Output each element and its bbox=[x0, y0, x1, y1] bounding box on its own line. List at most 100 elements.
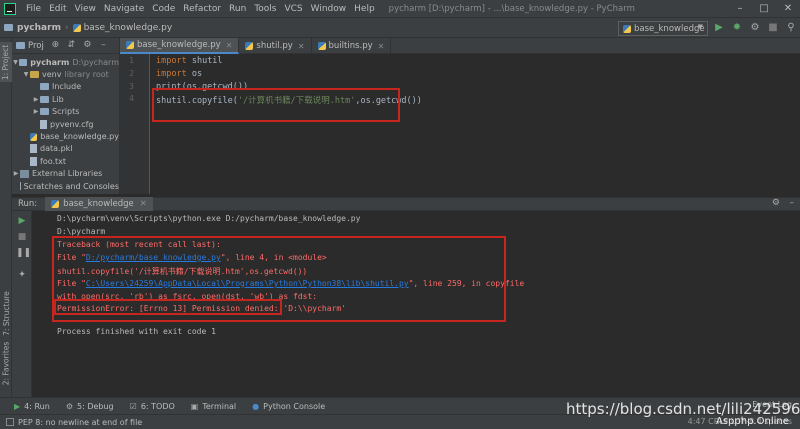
folder-icon bbox=[40, 108, 49, 116]
tree-item-label: foo.txt bbox=[40, 156, 67, 166]
favorites-tool-tab[interactable]: 2: Favorites bbox=[0, 338, 12, 388]
tab-builtins[interactable]: builtins.py ✕ bbox=[312, 38, 392, 54]
tree-item-label: base_knowledge.py bbox=[40, 132, 119, 142]
minimize-window-icon[interactable]: – bbox=[728, 0, 752, 18]
menu-tools[interactable]: Tools bbox=[250, 4, 280, 14]
pin-icon[interactable]: ✦ bbox=[16, 269, 28, 281]
search-icon[interactable]: ⚲ bbox=[784, 21, 798, 35]
coverage-button[interactable]: ⚙ bbox=[748, 21, 762, 35]
terminal-tool-button[interactable]: ▣ Terminal bbox=[191, 402, 236, 411]
stop-icon[interactable]: ■ bbox=[16, 231, 28, 243]
tree-item-label: Scratches and Consoles bbox=[23, 181, 119, 191]
tree-item-foo-txt[interactable]: foo.txt bbox=[12, 155, 119, 167]
tree-item-data-pkl[interactable]: data.pkl bbox=[12, 143, 119, 155]
python-file-icon bbox=[623, 24, 631, 33]
target-icon[interactable]: ⊕ bbox=[50, 40, 61, 51]
code-keyword: import bbox=[156, 69, 187, 79]
tree-item-base-knowledge[interactable]: base_knowledge.py bbox=[12, 130, 119, 142]
debug-button[interactable]: ✸ bbox=[730, 21, 744, 35]
tree-item-pycharm[interactable]: ▼ pycharm D:\pycharm bbox=[12, 56, 119, 68]
tree-item-scripts[interactable]: ▶ Scripts bbox=[12, 106, 119, 118]
tab-label: base_knowledge.py bbox=[137, 40, 221, 50]
tab-shutil[interactable]: shutil.py ✕ bbox=[239, 38, 312, 54]
watermark-site: Aspphp.Online bbox=[716, 416, 789, 427]
tree-item-lib[interactable]: ▶ Lib bbox=[12, 93, 119, 105]
python-file-icon bbox=[245, 42, 254, 50]
maximize-window-icon[interactable]: □ bbox=[752, 0, 776, 18]
menu-code[interactable]: Code bbox=[148, 4, 179, 14]
tree-item-pyvenv-cfg[interactable]: pyvenv.cfg bbox=[12, 118, 119, 130]
tree-item-scratches[interactable]: Scratches and Consoles bbox=[12, 180, 119, 192]
project-panel-header: Proj ⊕ ⇵ ⚙ – bbox=[12, 38, 119, 54]
close-icon[interactable]: ✕ bbox=[226, 41, 233, 50]
menu-help[interactable]: Help bbox=[350, 4, 379, 14]
status-toggle-icon[interactable] bbox=[6, 418, 14, 426]
pause-icon[interactable]: ❚❚ bbox=[16, 247, 31, 259]
close-icon[interactable]: ✕ bbox=[298, 42, 305, 51]
line-number: 1 bbox=[129, 56, 134, 65]
tree-item-label: data.pkl bbox=[40, 144, 73, 154]
tree-item-path: D:\pycharm bbox=[72, 57, 119, 67]
tree-item-label: Lib bbox=[52, 94, 64, 104]
menu-run[interactable]: Run bbox=[225, 4, 250, 14]
editor-tabs: base_knowledge.py ✕ shutil.py ✕ builtins… bbox=[120, 38, 800, 54]
breadcrumb-file[interactable]: base_knowledge.py bbox=[84, 23, 173, 33]
structure-tool-tab[interactable]: 7: Structure bbox=[0, 288, 12, 338]
run-configuration-select[interactable]: base_knowledge ▼ bbox=[618, 21, 708, 36]
close-icon[interactable]: ✕ bbox=[140, 199, 147, 209]
hide-icon[interactable]: – bbox=[790, 198, 795, 208]
code-editor[interactable]: 1 2 3 4 import shutil import os print(os… bbox=[120, 54, 800, 194]
menu-refactor[interactable]: Refactor bbox=[179, 4, 225, 14]
gear-icon[interactable]: ⚙ bbox=[82, 40, 93, 51]
folder-icon bbox=[40, 95, 49, 103]
scratches-icon bbox=[20, 182, 21, 191]
code-line-1: import shutil bbox=[156, 56, 223, 66]
chevron-down-icon: ▼ bbox=[697, 23, 703, 31]
project-tool-tab[interactable]: 1: Project bbox=[0, 42, 12, 82]
folder-icon bbox=[16, 42, 25, 49]
run-tab[interactable]: base_knowledge ✕ bbox=[45, 197, 153, 211]
todo-tool-button[interactable]: ☑ 6: TODO bbox=[130, 402, 175, 411]
menu-file[interactable]: File bbox=[22, 4, 45, 14]
error-highlight-box bbox=[54, 299, 282, 315]
tool-label: 4: Run bbox=[24, 401, 50, 411]
folder-icon bbox=[19, 58, 28, 66]
tree-item-venv[interactable]: ▼ venv library root bbox=[12, 68, 119, 80]
console-command: D:\pycharm\venv\Scripts\python.exe D:/py… bbox=[57, 214, 361, 223]
menu-navigate[interactable]: Navigate bbox=[100, 4, 148, 14]
collapse-icon[interactable]: ⇵ bbox=[66, 40, 77, 51]
stop-button[interactable]: ■ bbox=[766, 21, 780, 35]
menu-edit[interactable]: Edit bbox=[45, 4, 70, 14]
python-console-icon: ● bbox=[252, 401, 260, 411]
run-button[interactable]: ▶ bbox=[712, 21, 726, 35]
python-console-tool-button[interactable]: ● Python Console bbox=[252, 402, 325, 411]
code-keyword: import bbox=[156, 56, 187, 66]
tool-label: Terminal bbox=[202, 401, 237, 411]
tree-item-label: pyvenv.cfg bbox=[50, 119, 94, 129]
debug-tool-button[interactable]: ⚙ 5: Debug bbox=[66, 402, 114, 411]
tree-item-include[interactable]: Include bbox=[12, 81, 119, 93]
tree-item-label: venv bbox=[42, 70, 62, 80]
hide-icon[interactable]: – bbox=[98, 40, 109, 51]
console-cwd: D:\pycharm bbox=[57, 227, 106, 236]
breadcrumb-project[interactable]: pycharm bbox=[17, 23, 61, 33]
tree-item-label: Scripts bbox=[52, 107, 80, 117]
tool-label: Python Console bbox=[263, 401, 326, 411]
menu-window[interactable]: Window bbox=[307, 4, 351, 14]
run-tool-button[interactable]: ▶ 4: Run bbox=[14, 402, 50, 411]
close-icon[interactable]: ✕ bbox=[378, 42, 385, 51]
close-window-icon[interactable]: ✕ bbox=[776, 0, 800, 18]
project-panel-title[interactable]: Proj bbox=[28, 41, 44, 51]
rerun-icon[interactable]: ▶ bbox=[16, 215, 28, 227]
menu-view[interactable]: View bbox=[71, 4, 100, 14]
tab-base-knowledge[interactable]: base_knowledge.py ✕ bbox=[120, 38, 240, 54]
gear-icon[interactable]: ⚙ bbox=[772, 198, 780, 208]
tool-label: 6: TODO bbox=[140, 401, 175, 411]
status-message: PEP 8: no newline at end of file bbox=[18, 417, 143, 427]
chevron-down-icon: ▼ bbox=[13, 58, 18, 66]
chevron-down-icon: ▼ bbox=[23, 71, 29, 79]
menu-vcs[interactable]: VCS bbox=[280, 4, 306, 14]
tree-item-external-libraries[interactable]: ▶ External Libraries bbox=[12, 168, 119, 180]
run-configuration-label: base_knowledge bbox=[634, 23, 705, 34]
code-text: shutil bbox=[186, 56, 223, 66]
